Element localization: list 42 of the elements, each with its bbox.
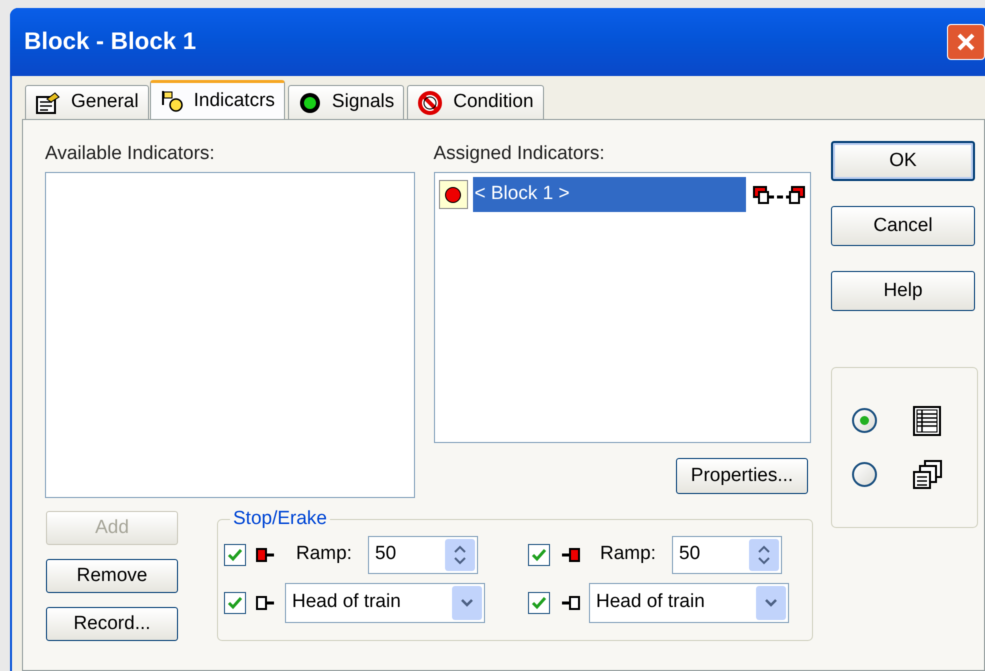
block-end-icon [256,594,276,610]
dropdown[interactable]: Head of train [589,582,789,622]
block-end-icon [256,546,276,562]
assigned-indicators-list[interactable]: < Block 1 > [434,172,811,443]
radio-button[interactable] [852,408,877,433]
tab[interactable]: General [25,85,149,119]
signal-light-icon [298,90,322,114]
close-icon [956,32,976,52]
list-button[interactable]: Record... [46,607,178,641]
group-title: Stop/Erake [232,507,328,531]
block-end-icon [560,594,580,610]
list-label: Available Indicators: [45,142,216,166]
radio-button[interactable] [852,462,877,487]
checkbox[interactable] [528,544,550,566]
tab[interactable]: Indicatcrs [150,80,285,119]
list-view-icon[interactable] [913,406,941,436]
checkbox[interactable] [528,592,550,614]
dialog-button[interactable]: Cancel [831,206,975,246]
tab[interactable]: Condition [407,85,544,119]
window-title: Block - Block 1 [24,27,196,57]
spin-field[interactable]: 50 [672,536,782,574]
spin-arrows-icon[interactable] [749,538,779,570]
block-end-icon [560,546,580,562]
list-label: Assigned Indicators: [434,142,606,166]
dialog-button[interactable]: OK [831,141,975,181]
dialog-button[interactable]: Help [831,271,975,311]
checkbox[interactable] [224,544,246,566]
tab[interactable]: Signals [288,85,404,119]
properties-sheet-icon [35,90,61,114]
ramp-label: Ramp: [296,542,353,566]
close-button[interactable] [947,24,985,60]
ramp-label: Ramp: [600,542,657,566]
stacked-pages-icon[interactable] [913,460,943,490]
spin-arrows-icon[interactable] [445,538,475,570]
prohibited-icon [417,90,444,116]
checkbox[interactable] [224,592,246,614]
properties-button[interactable]: Properties... [676,458,808,494]
list-item[interactable]: < Block 1 > [472,177,746,212]
dropdown[interactable]: Head of train [285,582,485,622]
list-button[interactable]: Remove [46,559,178,593]
flag-indicator-icon [160,89,184,113]
spin-field[interactable]: 50 [368,536,478,574]
